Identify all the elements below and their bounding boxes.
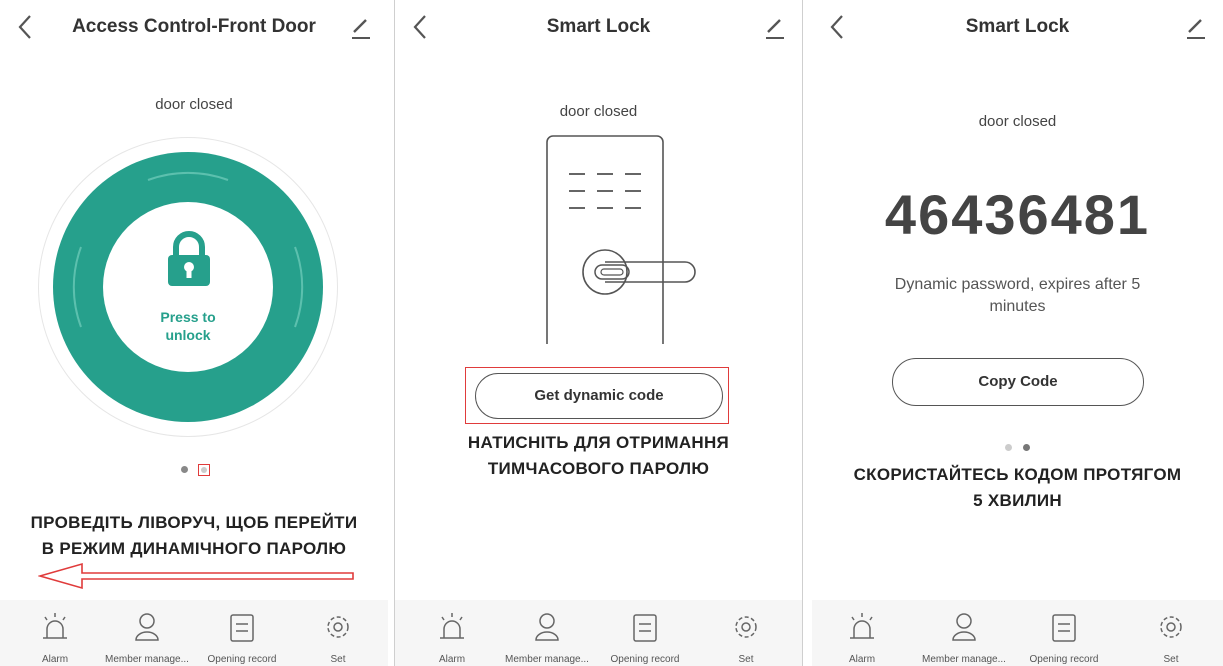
swipe-left-arrow-icon (38, 562, 354, 590)
smart-lock-illustration (546, 135, 696, 344)
screen-access-control: Access Control-Front Door door closed Pr… (0, 0, 388, 666)
page-indicator (0, 461, 388, 479)
tab-label: Set (330, 654, 346, 665)
bottom-tab-bar: Alarm Member manage... Opening record Se… (812, 600, 1223, 666)
caption-line-2: 5 хвилин (973, 491, 1062, 510)
expiry-note: Dynamic password, expires after 5 minute… (832, 274, 1203, 318)
alarm-icon (850, 613, 874, 639)
caption-line-1: Проведіть ліворуч, щоб перейти (30, 513, 358, 532)
tab-label: Alarm (848, 654, 876, 665)
record-icon (230, 614, 254, 642)
bottom-tab-bar: Alarm Member manage... Opening record Se… (395, 600, 802, 666)
unlock-label: Press to unlock (160, 309, 216, 343)
tab-label: Opening record (610, 654, 680, 665)
page-dot-active (181, 466, 189, 474)
tab-alarm[interactable]: Alarm (10, 600, 100, 666)
door-status: door closed (978, 113, 1057, 130)
expiry-note-line-2: minutes (989, 298, 1046, 315)
tab-label: Alarm (438, 654, 466, 665)
header: Smart Lock (395, 0, 802, 56)
screen-smart-lock-get-code: Smart Lock door closed Get dynamic code … (394, 0, 803, 666)
get-dynamic-code-button[interactable]: Get dynamic code (475, 373, 723, 419)
edit-pencil-icon[interactable] (1183, 12, 1209, 42)
tab-label: Member manage... (505, 654, 589, 665)
tab-label: Opening record (1029, 654, 1099, 665)
instruction-caption: Натисніть для отримання тимчасового паро… (395, 430, 802, 482)
tab-label: Member manage... (105, 654, 189, 665)
tab-set[interactable]: Set (701, 600, 791, 666)
page-indicator (812, 439, 1223, 457)
edit-pencil-icon[interactable] (762, 12, 788, 42)
tab-label: Alarm (41, 654, 69, 665)
instruction-caption: Скористайтесь кодом протягом 5 хвилин (812, 462, 1223, 514)
tab-member-manage[interactable]: Member manage... (502, 600, 592, 666)
page-title: Smart Lock (546, 16, 651, 37)
header: Smart Lock (812, 0, 1223, 56)
member-icon (952, 613, 976, 641)
back-arrow-icon[interactable] (10, 10, 38, 44)
copy-code-button[interactable]: Copy Code (892, 358, 1144, 406)
back-arrow-icon[interactable] (822, 10, 850, 44)
tab-member-manage[interactable]: Member manage... (102, 600, 192, 666)
member-icon (535, 613, 559, 641)
member-icon (135, 613, 159, 641)
tab-alarm[interactable]: Alarm (407, 600, 497, 666)
record-icon (633, 614, 657, 642)
page-dot-active (1022, 444, 1030, 452)
alarm-icon (440, 613, 464, 639)
instruction-caption: Проведіть ліворуч, щоб перейти в режим д… (0, 510, 388, 562)
page-dot (1005, 444, 1013, 452)
caption-line-1: Натисніть для отримання (467, 433, 730, 452)
padlock-icon (168, 231, 210, 286)
tab-member-manage[interactable]: Member manage... (919, 600, 1009, 666)
caption-line-2: тимчасового паролю (487, 459, 710, 478)
page-title: Smart Lock (965, 16, 1070, 37)
tab-label: Set (1163, 654, 1179, 665)
door-status: door closed (155, 96, 233, 113)
tab-set[interactable]: Set (1126, 600, 1216, 666)
expiry-note-line-1: Dynamic password, expires after 5 (894, 276, 1141, 293)
edit-pencil-icon[interactable] (348, 12, 374, 42)
alarm-icon (43, 613, 67, 639)
header: Access Control-Front Door (0, 0, 388, 56)
page-dot-highlighted (197, 463, 210, 476)
tab-set[interactable]: Set (293, 600, 383, 666)
tab-opening-record[interactable]: Opening record (600, 600, 690, 666)
settings-gear-icon (327, 616, 349, 638)
record-icon (1052, 614, 1076, 642)
caption-line-2: в режим динамічного паролю (41, 539, 347, 558)
tab-opening-record[interactable]: Opening record (1019, 600, 1109, 666)
tab-opening-record[interactable]: Opening record (197, 600, 287, 666)
tab-label: Member manage... (922, 654, 1006, 665)
back-arrow-icon[interactable] (405, 10, 433, 44)
caption-line-1: Скористайтесь кодом протягом (853, 465, 1182, 484)
tab-label: Opening record (207, 654, 277, 665)
bottom-tab-bar: Alarm Member manage... Opening record Se… (0, 600, 388, 666)
settings-gear-icon (1160, 616, 1182, 638)
settings-gear-icon (735, 616, 757, 638)
page-title: Access Control-Front Door (72, 16, 316, 37)
tab-label: Set (738, 654, 754, 665)
screen-smart-lock-code: Smart Lock door closed 46436481 Dynamic … (812, 0, 1223, 666)
tab-alarm[interactable]: Alarm (817, 600, 907, 666)
dynamic-code: 46436481 (884, 183, 1151, 246)
door-status: door closed (559, 103, 638, 120)
